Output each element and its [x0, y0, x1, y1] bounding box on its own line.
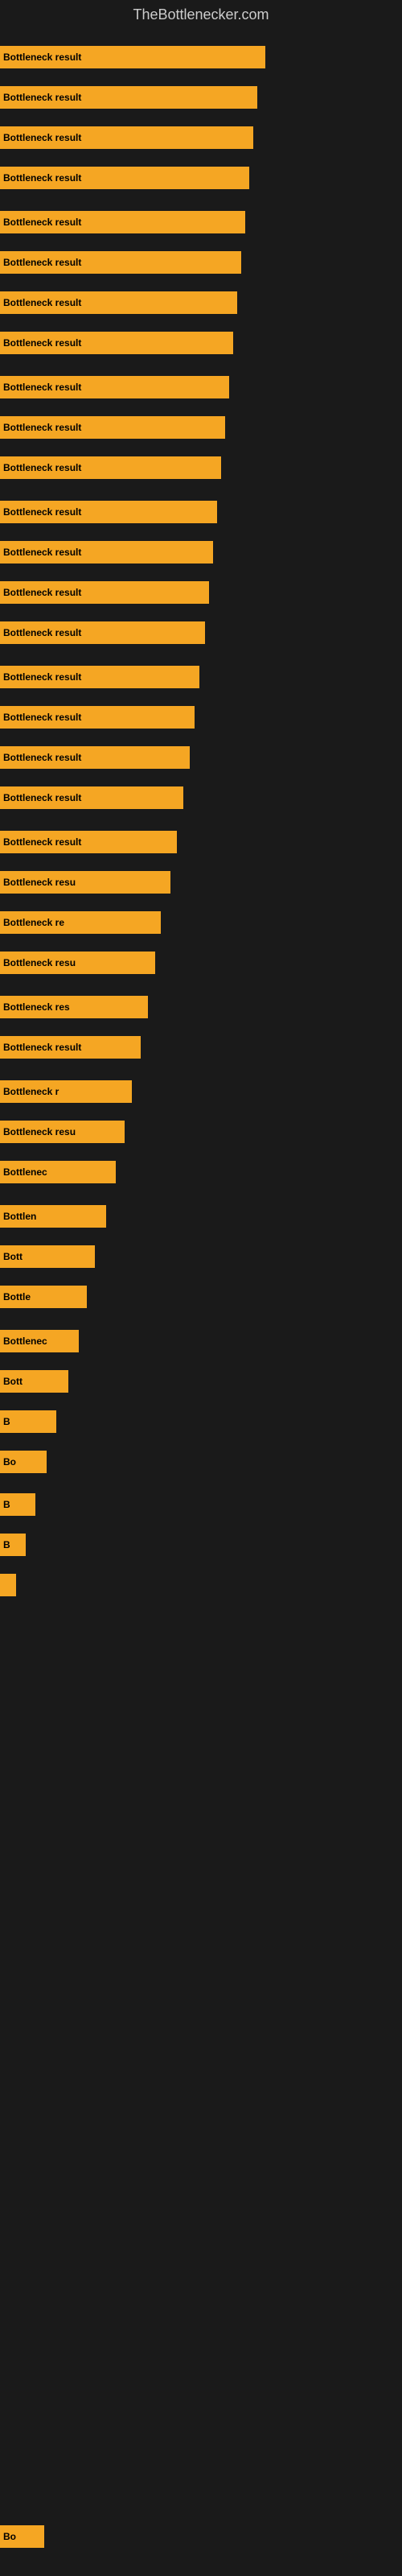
- bar-item: Bottleneck res: [0, 996, 148, 1018]
- bar-item: Bo: [0, 2525, 44, 2548]
- bar-item: Bottleneck result: [0, 541, 213, 564]
- bar-item: Bottleneck r: [0, 1080, 132, 1103]
- bar-item: Bottleneck result: [0, 332, 233, 354]
- bar-item: Bottleneck result: [0, 666, 199, 688]
- bar-item: Bottleneck resu: [0, 871, 170, 894]
- bar-item: Bottleneck result: [0, 501, 217, 523]
- bar-item: Bottleneck result: [0, 46, 265, 68]
- bar-item: Bottlenec: [0, 1161, 116, 1183]
- bar-item: [0, 1574, 16, 1596]
- bar-item: Bottleneck result: [0, 746, 190, 769]
- bar-item: Bottleneck result: [0, 706, 195, 729]
- bar-item: Bottleneck result: [0, 251, 241, 274]
- bar-item: Bottleneck resu: [0, 952, 155, 974]
- bar-item: Bo: [0, 1451, 47, 1473]
- bar-item: Bottleneck result: [0, 167, 249, 189]
- bar-item: B: [0, 1410, 56, 1433]
- bar-item: Bott: [0, 1370, 68, 1393]
- bar-item: Bottlen: [0, 1205, 106, 1228]
- bar-item: Bottleneck result: [0, 291, 237, 314]
- bar-item: B: [0, 1534, 26, 1556]
- bar-item: Bottle: [0, 1286, 87, 1308]
- bar-item: Bottleneck result: [0, 786, 183, 809]
- bar-item: Bottleneck result: [0, 1036, 141, 1059]
- bar-item: B: [0, 1493, 35, 1516]
- bar-item: Bottleneck result: [0, 831, 177, 853]
- chart-container: Bottleneck result Bottleneck result Bottle…: [0, 30, 402, 2566]
- bar-item: Bottleneck result: [0, 376, 229, 398]
- bar-item: Bottleneck result: [0, 126, 253, 149]
- bar-item: Bottlenec: [0, 1330, 79, 1352]
- bar-item: Bottleneck result: [0, 456, 221, 479]
- bar-item: Bottleneck result: [0, 211, 245, 233]
- bar-item: Bottleneck result: [0, 416, 225, 439]
- site-title: TheBottlenecker.com: [0, 0, 402, 30]
- bar-item: Bott: [0, 1245, 95, 1268]
- bar-item: Bottleneck result: [0, 86, 257, 109]
- bar-item: Bottleneck result: [0, 621, 205, 644]
- bar-item: Bottleneck resu: [0, 1121, 125, 1143]
- bar-item: Bottleneck result: [0, 581, 209, 604]
- bar-item: Bottleneck re: [0, 911, 161, 934]
